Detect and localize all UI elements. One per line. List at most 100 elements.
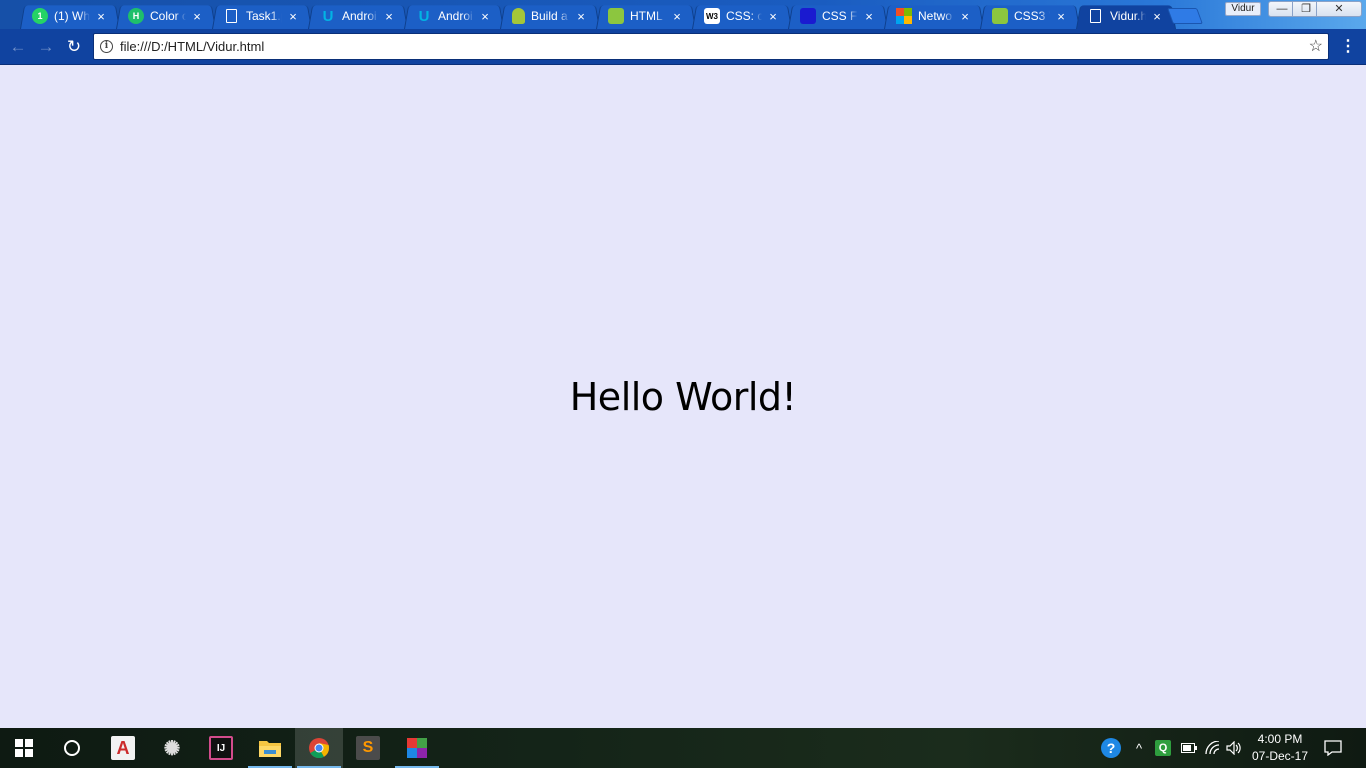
tab-title: Androi <box>342 9 377 23</box>
browser-tab[interactable]: U Androi × <box>398 3 500 29</box>
address-bar[interactable]: i file:///D:/HTML/Vidur.html ☆ <box>93 33 1329 60</box>
udacity-icon: U <box>418 7 430 25</box>
close-window-button[interactable]: ✕ <box>1316 1 1362 17</box>
document-icon <box>226 9 237 23</box>
windows-logo-icon <box>15 739 33 757</box>
reload-icon: ↻ <box>66 37 82 56</box>
action-center-button[interactable] <box>1320 728 1346 768</box>
spider-web-icon: ✺ <box>163 737 181 760</box>
browser-tab[interactable]: HTML × <box>590 3 692 29</box>
close-tab-icon[interactable]: × <box>574 9 588 24</box>
kebab-menu-icon: ⋮ <box>1340 38 1356 55</box>
qbittorrent-tray-icon[interactable]: Q <box>1152 728 1174 768</box>
close-tab-icon[interactable]: × <box>1150 9 1164 24</box>
browser-tab[interactable]: Task1.p × <box>206 3 308 29</box>
close-tab-icon[interactable]: × <box>766 9 780 24</box>
whatsapp-icon: 1 <box>32 8 48 24</box>
microsoft-icon <box>896 8 912 24</box>
hex-h-icon: H <box>128 8 144 24</box>
chevron-up-icon: ^ <box>1135 740 1143 756</box>
tab-title: CSS: co <box>726 9 762 23</box>
close-tab-icon[interactable]: × <box>958 9 972 24</box>
help-icon: ? <box>1101 738 1121 758</box>
browser-tab[interactable]: CSS Fo × <box>782 3 884 29</box>
browser-tab[interactable]: Vidur.h × <box>1070 3 1172 29</box>
app-sublime[interactable]: S <box>344 728 392 768</box>
folder-icon <box>259 741 281 757</box>
cortana-button[interactable] <box>48 728 96 768</box>
close-tab-icon[interactable]: × <box>670 9 684 24</box>
browser-tab[interactable]: CSS3 V × <box>974 3 1076 29</box>
profile-button[interactable]: Vidur <box>1225 2 1261 16</box>
volume-tray-icon[interactable] <box>1224 728 1244 768</box>
close-tab-icon[interactable]: × <box>862 9 876 24</box>
circle-icon <box>64 740 80 756</box>
browser-tab[interactable]: Build a × <box>494 3 596 29</box>
arrow-left-icon: ← <box>9 37 27 56</box>
clock[interactable]: 4:00 PM 07-Dec-17 <box>1244 731 1316 765</box>
clock-date: 07-Dec-17 <box>1251 749 1309 763</box>
browser-tab[interactable]: 1 (1) Wh × <box>14 3 116 29</box>
tab-title: (1) Wh <box>54 9 90 23</box>
start-button[interactable] <box>0 728 48 768</box>
tab-title: Vidur.h <box>1110 9 1146 23</box>
back-button[interactable]: ← <box>6 35 30 59</box>
app-chrome[interactable] <box>295 728 343 768</box>
tab-title: CSS3 V <box>1014 9 1050 23</box>
css-tricks-icon <box>992 8 1008 24</box>
qbittorrent-icon: Q <box>1155 740 1171 756</box>
close-tab-icon[interactable]: × <box>94 9 108 24</box>
tab-title: CSS Fo <box>822 9 858 23</box>
sublime-icon: S <box>356 736 380 760</box>
close-tab-icon[interactable]: × <box>286 9 300 24</box>
app-acrobat[interactable]: A <box>99 728 147 768</box>
wifi-icon <box>1205 741 1220 755</box>
app-intellij[interactable]: IJ <box>197 728 245 768</box>
page-heading: Hello World! <box>569 375 797 419</box>
info-icon[interactable]: i <box>100 40 113 53</box>
clock-time: 4:00 PM <box>1257 732 1303 746</box>
page-content: Hello World! <box>0 66 1366 728</box>
browser-toolbar: ← → ↻ i file:///D:/HTML/Vidur.html ☆ ⋮ <box>0 29 1366 65</box>
close-tab-icon[interactable]: × <box>1054 9 1068 24</box>
app-file-explorer[interactable] <box>246 728 294 768</box>
app-winrar[interactable] <box>393 728 441 768</box>
udacity-icon: U <box>322 7 334 25</box>
browser-tab[interactable]: U Androi × <box>302 3 404 29</box>
tab-title: Build a <box>531 9 568 23</box>
close-tab-icon[interactable]: × <box>382 9 396 24</box>
forward-button[interactable]: → <box>34 35 58 59</box>
wifi-tray-icon[interactable] <box>1202 728 1224 768</box>
windows-taskbar: A ✺ IJ S ? ^ Q 4:00 PM 07-Dec-17 <box>0 728 1366 768</box>
tab-title: Task1.p <box>246 9 282 23</box>
new-tab-button[interactable] <box>1167 8 1203 24</box>
browser-tab[interactable]: H Color c × <box>110 3 212 29</box>
help-tray-button[interactable]: ? <box>1098 728 1124 768</box>
show-hidden-icons-button[interactable]: ^ <box>1128 728 1150 768</box>
w3schools-icon: W3 <box>704 8 720 24</box>
battery-tray-icon[interactable] <box>1178 728 1200 768</box>
battery-icon <box>1181 743 1197 753</box>
arrow-right-icon: → <box>37 37 55 56</box>
close-tab-icon[interactable]: × <box>190 9 204 24</box>
tab-strip: 1 (1) Wh × H Color c × Task1.p × U Androi × U Androi… <box>0 0 1366 29</box>
browser-tab[interactable]: W3 CSS: co × <box>686 3 788 29</box>
document-icon <box>1090 9 1101 23</box>
tab-title: Color c <box>150 9 186 23</box>
android-icon <box>512 8 525 24</box>
close-tab-icon[interactable]: × <box>478 9 492 24</box>
browser-menu-button[interactable]: ⋮ <box>1340 35 1356 59</box>
winrar-icon <box>407 738 427 758</box>
intellij-icon: IJ <box>209 736 233 760</box>
bookmark-star-icon[interactable]: ☆ <box>1309 34 1323 59</box>
reload-button[interactable]: ↻ <box>62 35 86 59</box>
browser-tab[interactable]: Netwo × <box>878 3 980 29</box>
speaker-icon <box>1226 741 1241 755</box>
url-text[interactable]: file:///D:/HTML/Vidur.html <box>120 34 264 59</box>
cssfont-icon <box>800 8 816 24</box>
css-tricks-icon <box>608 8 624 24</box>
app-spider[interactable]: ✺ <box>148 728 196 768</box>
tab-title: Netwo <box>918 9 953 23</box>
tab-title: HTML <box>630 9 663 23</box>
acrobat-icon: A <box>111 736 135 760</box>
